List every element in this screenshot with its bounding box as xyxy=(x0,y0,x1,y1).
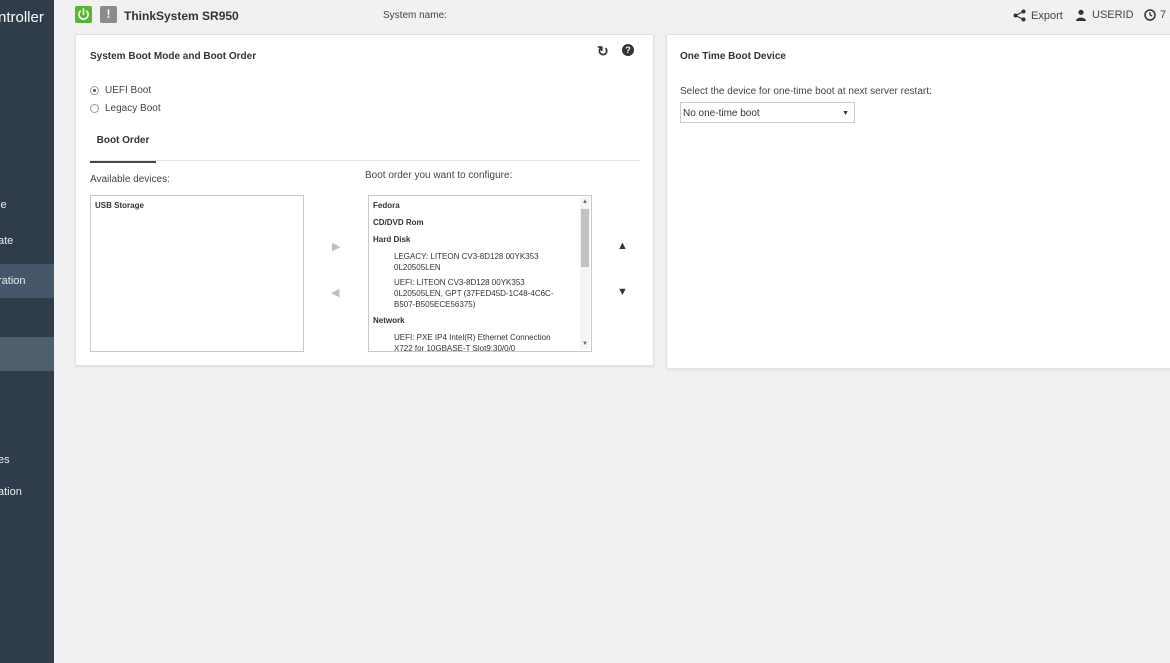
sidebar-item-1[interactable]: le xyxy=(0,188,54,222)
app-brand-title: ntroller xyxy=(0,9,44,26)
boot-order-list[interactable]: Fedora CD/DVD Rom Hard Disk LEGACY: LITE… xyxy=(368,195,592,352)
scroll-down-icon[interactable]: ▼ xyxy=(582,341,588,347)
product-name: ThinkSystem SR950 xyxy=(124,9,239,23)
available-devices-label: Available devices: xyxy=(90,174,170,185)
list-item[interactable]: Network xyxy=(373,316,405,325)
scroll-thumb[interactable] xyxy=(581,209,589,267)
share-icon xyxy=(1013,9,1026,22)
sidebar-item-6[interactable]: ation xyxy=(0,475,54,509)
export-button[interactable]: Export xyxy=(1013,9,1063,22)
system-name-label: System name: xyxy=(383,10,447,21)
user-menu[interactable]: USERID xyxy=(1075,9,1134,21)
radio-indicator[interactable] xyxy=(90,104,99,113)
radio-indicator[interactable] xyxy=(90,86,99,95)
boot-order-label: Boot order you want to configure: xyxy=(365,170,513,181)
select-value: No one-time boot xyxy=(683,108,760,119)
clock-icon xyxy=(1144,9,1156,21)
warning-icon[interactable]: ! xyxy=(100,6,117,23)
sidebar-item-active[interactable] xyxy=(0,337,54,371)
list-item[interactable]: Hard Disk xyxy=(373,235,410,244)
sidebar: ntroller le ate ration es ation xyxy=(0,0,54,663)
list-scrollbar[interactable]: ▲ ▼ xyxy=(580,197,590,349)
scroll-up-icon[interactable]: ▲ xyxy=(582,199,588,205)
top-bar: ! ThinkSystem SR950 System name: Export … xyxy=(54,0,1170,33)
uefi-boot-radio[interactable]: UEFI Boot xyxy=(90,85,151,96)
user-icon xyxy=(1076,9,1086,21)
one-time-boot-panel: One Time Boot Device Select the device f… xyxy=(666,34,1170,369)
move-up-button[interactable]: ▲ xyxy=(617,240,628,252)
move-left-button[interactable]: ◀ xyxy=(331,286,339,299)
sidebar-item-configuration[interactable]: ration xyxy=(0,264,54,298)
tab-boot-order[interactable]: Boot Order xyxy=(90,128,156,163)
clock-text: 7 xyxy=(1160,9,1167,21)
boot-order-panel: System Boot Mode and Boot Order ↻ ? UEFI… xyxy=(75,34,654,366)
panel-title: One Time Boot Device xyxy=(680,51,786,62)
list-item[interactable]: CD/DVD Rom xyxy=(373,218,424,227)
move-down-button[interactable]: ▼ xyxy=(617,286,628,298)
caret-down-icon: ▼ xyxy=(842,110,849,117)
power-icon[interactable] xyxy=(75,6,92,23)
help-icon[interactable]: ? xyxy=(622,44,634,56)
user-label: USERID xyxy=(1092,9,1134,21)
panel-title: System Boot Mode and Boot Order xyxy=(90,51,257,62)
one-time-boot-select[interactable]: No one-time boot ▼ xyxy=(680,102,855,123)
available-devices-list[interactable]: USB Storage xyxy=(90,195,304,352)
tab-divider xyxy=(90,160,640,161)
clock-indicator[interactable]: 7 xyxy=(1144,9,1166,21)
list-item[interactable]: UEFI: LITEON CV3-8D128 00YK353 0L20505LE… xyxy=(394,277,559,310)
legacy-boot-radio[interactable]: Legacy Boot xyxy=(90,103,161,114)
sidebar-item-5[interactable]: es xyxy=(0,443,54,477)
refresh-icon[interactable]: ↻ xyxy=(597,43,609,60)
sidebar-item-2[interactable]: ate xyxy=(0,224,54,258)
one-time-boot-description: Select the device for one-time boot at n… xyxy=(680,86,932,97)
export-label: Export xyxy=(1031,9,1063,22)
list-item[interactable]: Fedora xyxy=(373,201,400,210)
move-right-button[interactable]: ▶ xyxy=(332,240,340,253)
list-item[interactable]: USB Storage xyxy=(95,201,144,210)
list-item[interactable]: UEFI: PXE IP4 Intel(R) Ethernet Connecti… xyxy=(394,332,559,351)
list-item[interactable]: LEGACY: LITEON CV3-8D128 00YK353 0L20505… xyxy=(394,251,559,273)
